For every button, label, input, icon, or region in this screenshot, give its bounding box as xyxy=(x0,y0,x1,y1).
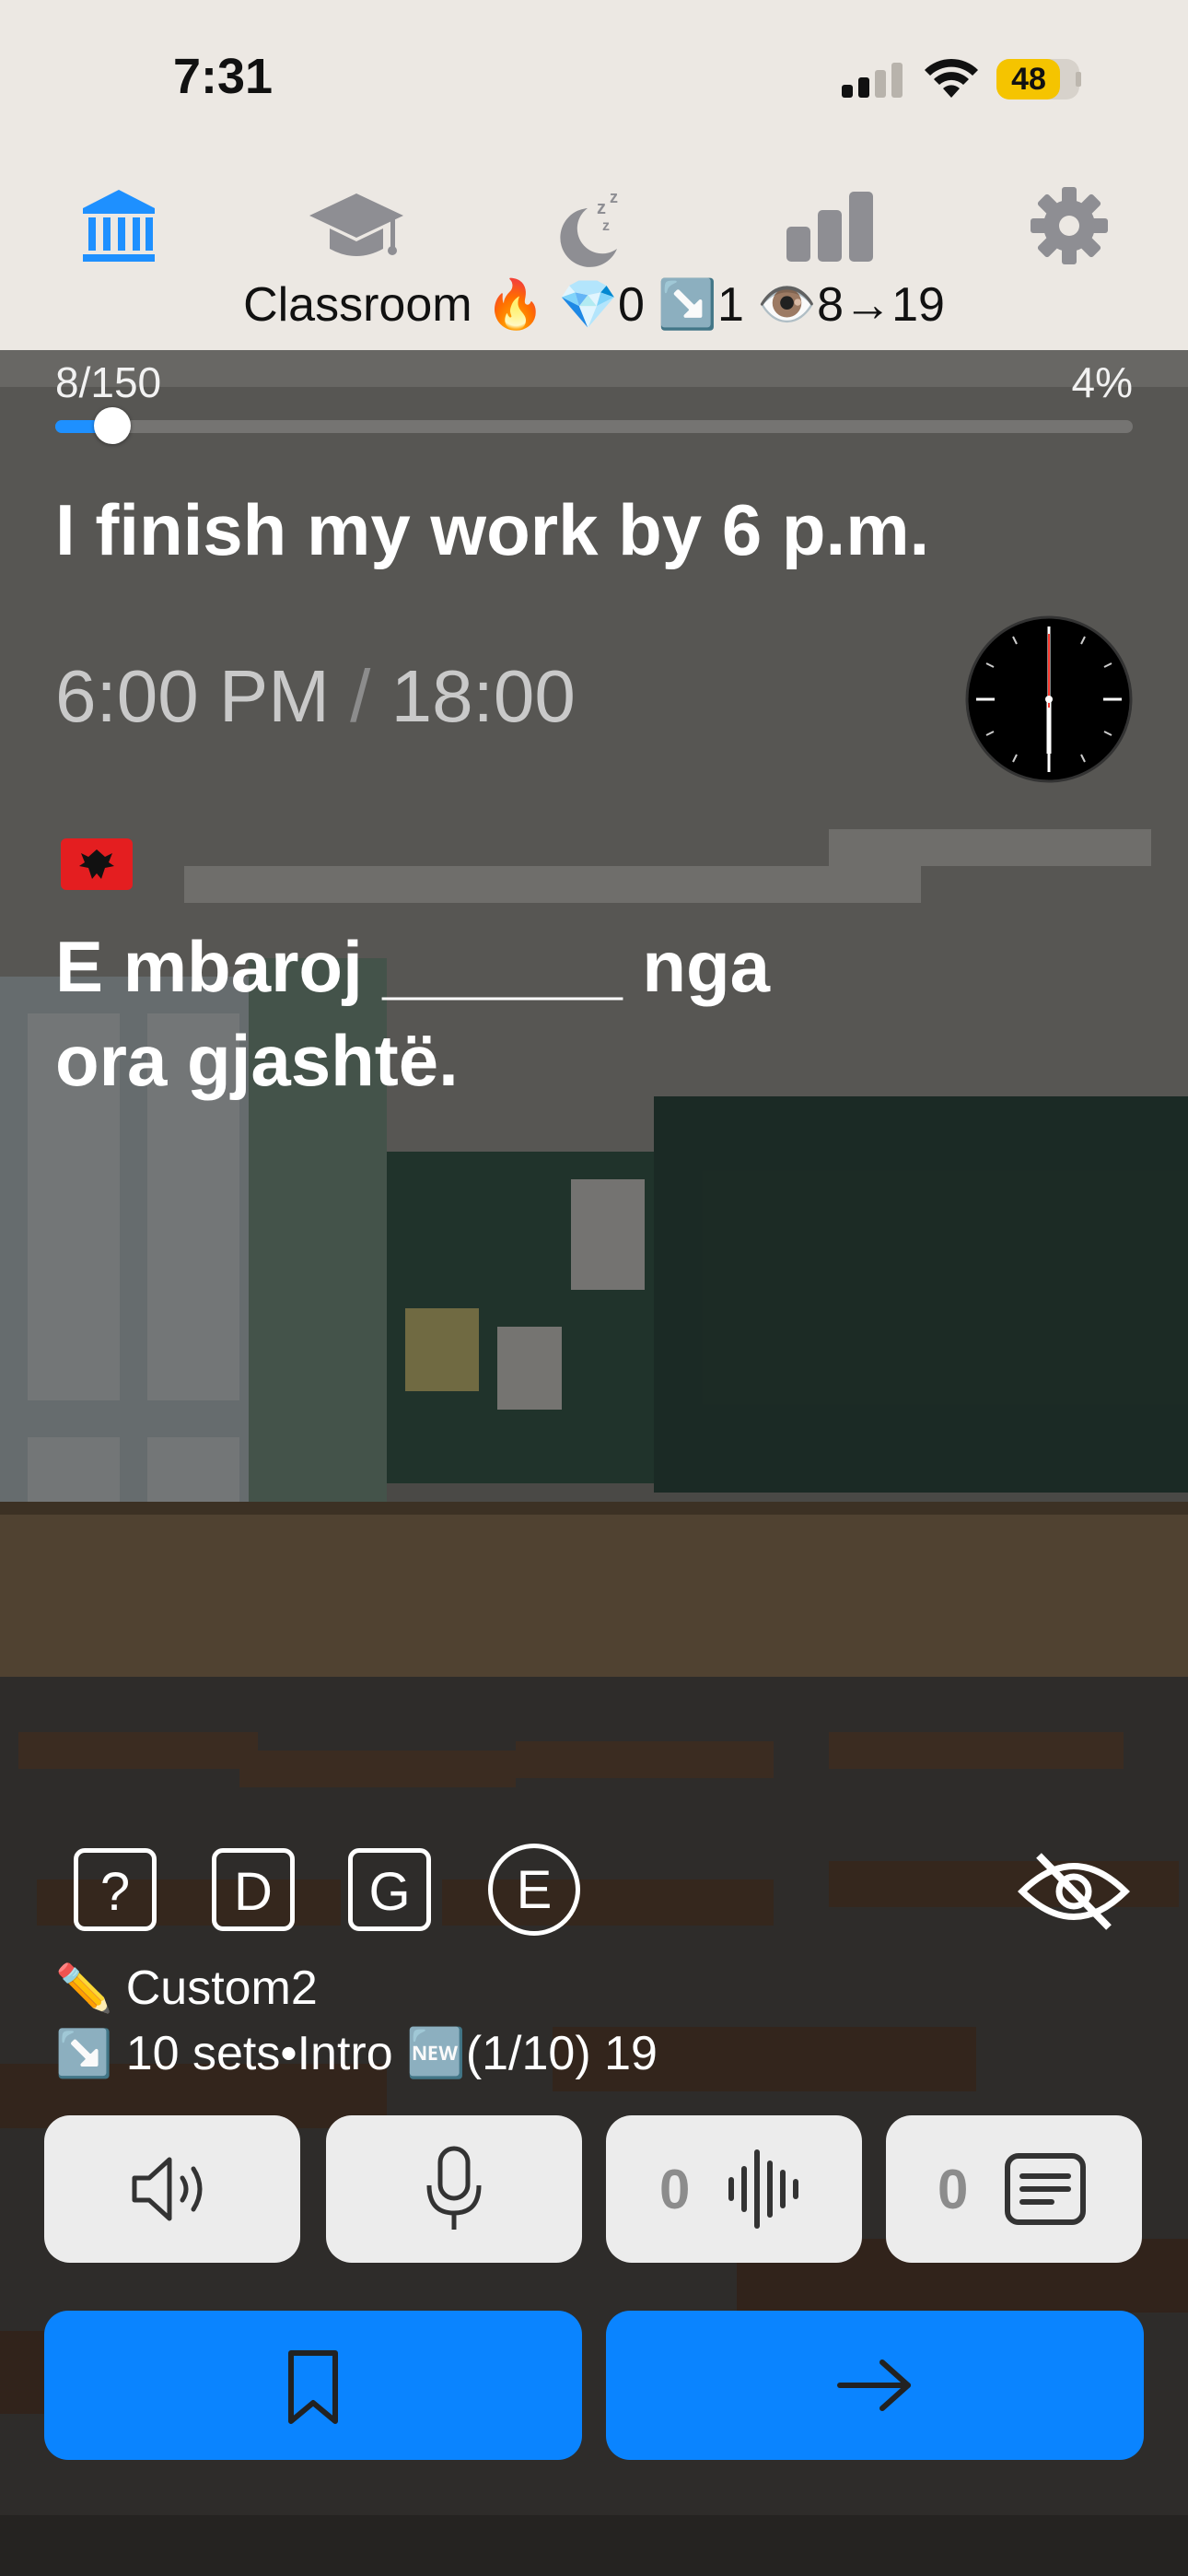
text-document-icon xyxy=(1005,2153,1086,2225)
microphone-icon xyxy=(426,2146,482,2230)
albania-flag-icon xyxy=(61,838,133,890)
progress-track[interactable] xyxy=(55,407,1133,444)
help-button[interactable]: ? xyxy=(74,1848,157,1931)
svg-text:z: z xyxy=(610,188,618,206)
albanian-sentence: E mbaroj ______ nga ora gjashtë. xyxy=(55,919,884,1107)
d-button[interactable]: D xyxy=(212,1848,295,1931)
museum-icon[interactable] xyxy=(77,184,160,267)
deck-info-text: 10 sets•Intro 🆕(1/10) 19 xyxy=(125,2027,658,2080)
albanian-sentence-line1: E mbaroj ______ nga xyxy=(55,926,771,1007)
transcript-button[interactable]: 0 xyxy=(886,2115,1142,2263)
albanian-sentence-line2: ora gjashtë. xyxy=(55,1020,459,1101)
wifi-icon xyxy=(925,58,978,98)
deck-name-text: Custom2 xyxy=(125,1961,318,2015)
graduation-cap-icon[interactable] xyxy=(308,184,405,267)
eye-slash-icon[interactable] xyxy=(1017,1850,1131,1933)
time-24h: 18:00 xyxy=(390,655,576,737)
microphone-button[interactable] xyxy=(326,2115,582,2263)
time-separator: / xyxy=(350,655,371,737)
arrow-right-icon xyxy=(837,2359,911,2411)
analog-clock-icon xyxy=(965,615,1133,783)
time-display: 6:00 PM / 18:00 xyxy=(55,654,576,739)
pencil-icon: ✏️ xyxy=(55,1962,113,2014)
e-button[interactable]: E xyxy=(488,1844,580,1936)
waveform-icon xyxy=(728,2149,798,2229)
progress-percent: 4% xyxy=(1071,358,1133,406)
next-button[interactable] xyxy=(606,2311,1144,2460)
english-sentence: I finish my work by 6 p.m. xyxy=(55,489,930,570)
screen-title-stats: Classroom 🔥 💎0 ↘️1 👁️8→19 xyxy=(243,278,945,332)
sleep-moon-icon[interactable]: z z z xyxy=(551,184,634,267)
speaker-button[interactable] xyxy=(44,2115,300,2263)
bar-chart-icon[interactable] xyxy=(786,184,875,267)
bookmark-icon xyxy=(288,2350,338,2424)
status-time: 7:31 xyxy=(173,49,274,104)
progress-count: 8/150 xyxy=(55,358,162,406)
battery-tip xyxy=(1076,72,1081,87)
header: 7:31 48 z z z Classroom 🔥 💎0 ↘️1 👁️8→19 xyxy=(0,0,1188,350)
deck-name[interactable]: ✏️ Custom2 xyxy=(55,1961,318,2016)
transcript-count: 0 xyxy=(938,2159,969,2220)
recordings-button[interactable]: 0 xyxy=(606,2115,862,2263)
battery-level-text: 48 xyxy=(1011,62,1046,97)
svg-text:z: z xyxy=(602,218,610,234)
time-12h: 6:00 PM xyxy=(55,655,330,737)
speaker-icon xyxy=(132,2157,203,2221)
deck-info: ↘️ 10 sets•Intro 🆕(1/10) 19 xyxy=(55,2025,658,2081)
bookmark-button[interactable] xyxy=(44,2311,582,2460)
recordings-count: 0 xyxy=(659,2159,691,2220)
g-button[interactable]: G xyxy=(348,1848,431,1931)
arrow-down-right-icon: ↘️ xyxy=(55,2028,113,2079)
gear-icon[interactable] xyxy=(1028,184,1111,267)
svg-text:z: z xyxy=(597,198,606,218)
cellular-signal-icon xyxy=(842,63,903,98)
battery-indicator: 48 xyxy=(996,59,1079,100)
